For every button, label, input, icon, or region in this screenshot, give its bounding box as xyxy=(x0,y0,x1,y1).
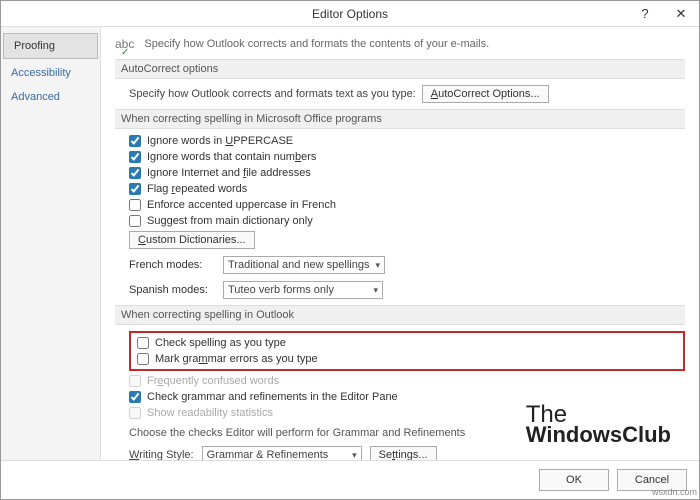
cb-confused-words: Frequently confused words xyxy=(129,375,685,387)
section-autocorrect-title: AutoCorrect options xyxy=(115,59,685,79)
cb-french-accent-input[interactable] xyxy=(129,199,141,211)
cb-confused-words-input xyxy=(129,375,141,387)
close-button[interactable]: ✕ xyxy=(663,1,699,26)
main-panel: abc Specify how Outlook corrects and for… xyxy=(101,27,699,460)
sidebar: Proofing Accessibility Advanced xyxy=(1,27,101,460)
cb-mark-grammar[interactable]: Mark grammar errors as you type xyxy=(137,353,677,365)
section-office-spell-title: When correcting spelling in Microsoft Of… xyxy=(115,109,685,129)
cb-readability: Show readability statistics xyxy=(129,407,685,419)
section-outlook-spell-title: When correcting spelling in Outlook xyxy=(115,305,685,325)
dialog-window: Editor Options ? ✕ Proofing Accessibilit… xyxy=(0,0,700,500)
section-office-spell: Ignore words in UPPERCASE Ignore words t… xyxy=(115,135,685,299)
cb-repeated[interactable]: Flag repeated words xyxy=(129,183,685,195)
french-modes-row: French modes: Traditional and new spelli… xyxy=(129,256,685,274)
spanish-modes-row: Spanish modes: Tuteo verb forms only▾ xyxy=(129,281,685,299)
autocorrect-row: Specify how Outlook corrects and formats… xyxy=(129,85,685,103)
dialog-footer: OK Cancel xyxy=(1,460,699,499)
settings-button[interactable]: Settings... xyxy=(370,446,437,460)
writing-style-label: Writing Style: xyxy=(129,449,194,460)
titlebar: Editor Options ? ✕ xyxy=(1,1,699,27)
cb-internet[interactable]: Ignore Internet and file addresses xyxy=(129,167,685,179)
cb-editor-pane[interactable]: Check grammar and refinements in the Edi… xyxy=(129,391,685,403)
chevron-down-icon: ▾ xyxy=(352,450,357,461)
cb-check-spelling-input[interactable] xyxy=(137,337,149,349)
sidebar-item-accessibility[interactable]: Accessibility xyxy=(1,61,100,85)
proofing-icon: abc xyxy=(115,37,134,51)
custom-dictionaries-button[interactable]: Custom Dictionaries... xyxy=(129,231,255,249)
cb-main-dict-input[interactable] xyxy=(129,215,141,227)
spanish-modes-label: Spanish modes: xyxy=(129,284,215,296)
cb-numbers[interactable]: Ignore words that contain numbers xyxy=(129,151,685,163)
cb-numbers-input[interactable] xyxy=(129,151,141,163)
section-outlook-spell: Check spelling as you type Mark grammar … xyxy=(115,331,685,460)
highlight-box: Check spelling as you type Mark grammar … xyxy=(129,331,685,371)
corner-watermark: wsxdn.com xyxy=(652,487,697,497)
autocorrect-desc: Specify how Outlook corrects and formats… xyxy=(129,88,416,100)
panel-header: abc Specify how Outlook corrects and for… xyxy=(115,37,685,51)
ok-button[interactable]: OK xyxy=(539,469,609,491)
cb-editor-pane-input[interactable] xyxy=(129,391,141,403)
cb-uppercase-input[interactable] xyxy=(129,135,141,147)
french-modes-dropdown[interactable]: Traditional and new spellings▾ xyxy=(223,256,385,274)
panel-description: Specify how Outlook corrects and formats… xyxy=(144,38,489,50)
cb-check-spelling[interactable]: Check spelling as you type xyxy=(137,337,677,349)
writing-style-dropdown[interactable]: Grammar & Refinements▾ xyxy=(202,446,362,460)
refinements-help: Choose the checks Editor will perform fo… xyxy=(129,427,685,439)
chevron-down-icon: ▾ xyxy=(375,260,380,271)
window-title: Editor Options xyxy=(1,7,699,21)
cb-repeated-input[interactable] xyxy=(129,183,141,195)
cb-mark-grammar-input[interactable] xyxy=(137,353,149,365)
cb-main-dict[interactable]: Suggest from main dictionary only xyxy=(129,215,685,227)
title-controls: ? ✕ xyxy=(627,1,699,26)
cb-internet-input[interactable] xyxy=(129,167,141,179)
french-modes-label: French modes: xyxy=(129,259,215,271)
autocorrect-options-button[interactable]: AutoCorrect Options... xyxy=(422,85,549,103)
cb-french-accent[interactable]: Enforce accented uppercase in French xyxy=(129,199,685,211)
content-area: Proofing Accessibility Advanced abc Spec… xyxy=(1,27,699,460)
chevron-down-icon: ▾ xyxy=(373,285,378,296)
sidebar-item-proofing[interactable]: Proofing xyxy=(3,33,98,59)
cb-readability-input xyxy=(129,407,141,419)
sidebar-item-advanced[interactable]: Advanced xyxy=(1,85,100,109)
help-button[interactable]: ? xyxy=(627,1,663,26)
section-autocorrect: Specify how Outlook corrects and formats… xyxy=(115,85,685,103)
writing-style-row: Writing Style: Grammar & Refinements▾ Se… xyxy=(129,446,685,460)
spanish-modes-dropdown[interactable]: Tuteo verb forms only▾ xyxy=(223,281,383,299)
cb-uppercase[interactable]: Ignore words in UPPERCASE xyxy=(129,135,685,147)
